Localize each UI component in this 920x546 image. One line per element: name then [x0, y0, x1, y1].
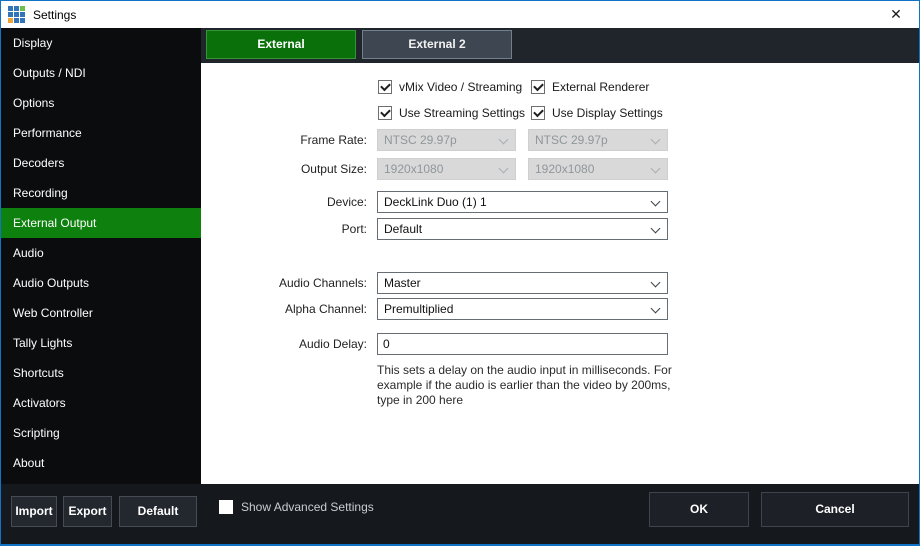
frame-rate-dropdown-1: NTSC 29.97p: [377, 129, 516, 151]
sidebar-item-shortcuts[interactable]: Shortcuts: [1, 358, 201, 388]
audio-channels-dropdown[interactable]: Master: [377, 272, 668, 294]
audio-delay-help-text: This sets a delay on the audio input in …: [377, 363, 692, 408]
chevron-down-icon: [651, 197, 661, 207]
tab-external-2[interactable]: External 2: [362, 30, 512, 59]
output-size-dropdown-1: 1920x1080: [377, 158, 516, 180]
chevron-down-icon: [499, 164, 509, 174]
use-display-settings-label: Use Display Settings: [552, 106, 663, 120]
sidebar-item-performance[interactable]: Performance: [1, 118, 201, 148]
settings-sidebar: Display Outputs / NDI Options Performanc…: [1, 28, 201, 484]
audio-delay-label: Audio Delay:: [201, 333, 367, 355]
chevron-down-icon: [651, 304, 661, 314]
external-renderer-label: External Renderer: [552, 80, 649, 94]
show-advanced-settings-checkbox[interactable]: [219, 500, 233, 514]
sidebar-item-audio-outputs[interactable]: Audio Outputs: [1, 268, 201, 298]
external-tabs-bar: External External 2: [201, 28, 919, 63]
port-value: Default: [384, 222, 422, 236]
sidebar-item-external-output[interactable]: External Output: [1, 208, 201, 238]
device-label: Device:: [201, 191, 367, 213]
alpha-channel-dropdown[interactable]: Premultiplied: [377, 298, 668, 320]
sidebar-item-outputs-ndi[interactable]: Outputs / NDI: [1, 58, 201, 88]
window-title: Settings: [33, 8, 76, 22]
port-dropdown[interactable]: Default: [377, 218, 668, 240]
use-display-settings-checkbox[interactable]: [531, 106, 545, 120]
alpha-channel-label: Alpha Channel:: [201, 298, 367, 320]
alpha-channel-value: Premultiplied: [384, 302, 453, 316]
chevron-down-icon: [499, 135, 509, 145]
title-bar: Settings ✕: [1, 1, 919, 28]
use-streaming-settings-checkbox[interactable]: [378, 106, 392, 120]
frame-rate-value-1: NTSC 29.97p: [384, 133, 457, 147]
sidebar-item-options[interactable]: Options: [1, 88, 201, 118]
sidebar-item-audio[interactable]: Audio: [1, 238, 201, 268]
show-advanced-settings-label: Show Advanced Settings: [241, 500, 374, 514]
frame-rate-label: Frame Rate:: [201, 129, 367, 151]
settings-window: Settings ✕ Display Outputs / NDI Options…: [0, 0, 920, 546]
sidebar-item-about[interactable]: About: [1, 448, 201, 478]
sidebar-item-web-controller[interactable]: Web Controller: [1, 298, 201, 328]
sidebar-item-tally-lights[interactable]: Tally Lights: [1, 328, 201, 358]
sidebar-item-scripting[interactable]: Scripting: [1, 418, 201, 448]
chevron-down-icon: [651, 224, 661, 234]
frame-rate-value-2: NTSC 29.97p: [535, 133, 608, 147]
audio-delay-input[interactable]: [377, 333, 668, 355]
tab-external[interactable]: External: [206, 30, 356, 59]
cancel-button[interactable]: Cancel: [761, 492, 909, 527]
ok-button[interactable]: OK: [649, 492, 749, 527]
import-button[interactable]: Import: [11, 496, 57, 527]
output-size-value-2: 1920x1080: [535, 162, 594, 176]
use-streaming-settings-label: Use Streaming Settings: [399, 106, 525, 120]
vmix-video-streaming-checkbox[interactable]: [378, 80, 392, 94]
output-size-label: Output Size:: [201, 158, 367, 180]
close-icon[interactable]: ✕: [873, 1, 919, 28]
sidebar-item-activators[interactable]: Activators: [1, 388, 201, 418]
vmix-logo-icon: [8, 6, 25, 23]
output-size-value-1: 1920x1080: [384, 162, 443, 176]
output-size-dropdown-2: 1920x1080: [528, 158, 668, 180]
frame-rate-dropdown-2: NTSC 29.97p: [528, 129, 668, 151]
device-dropdown[interactable]: DeckLink Duo (1) 1: [377, 191, 668, 213]
sidebar-item-decoders[interactable]: Decoders: [1, 148, 201, 178]
audio-channels-label: Audio Channels:: [201, 272, 367, 294]
audio-channels-value: Master: [384, 276, 421, 290]
default-button[interactable]: Default: [119, 496, 197, 527]
chevron-down-icon: [651, 135, 661, 145]
vmix-video-streaming-label: vMix Video / Streaming: [399, 80, 522, 94]
sidebar-item-recording[interactable]: Recording: [1, 178, 201, 208]
external-renderer-checkbox[interactable]: [531, 80, 545, 94]
device-value: DeckLink Duo (1) 1: [384, 195, 487, 209]
footer-bar: Import Export Default Show Advanced Sett…: [1, 484, 919, 544]
chevron-down-icon: [651, 278, 661, 288]
chevron-down-icon: [651, 164, 661, 174]
export-button[interactable]: Export: [63, 496, 112, 527]
sidebar-item-display[interactable]: Display: [1, 28, 201, 58]
external-output-panel: vMix Video / Streaming External Renderer…: [201, 63, 919, 484]
port-label: Port:: [201, 218, 367, 240]
